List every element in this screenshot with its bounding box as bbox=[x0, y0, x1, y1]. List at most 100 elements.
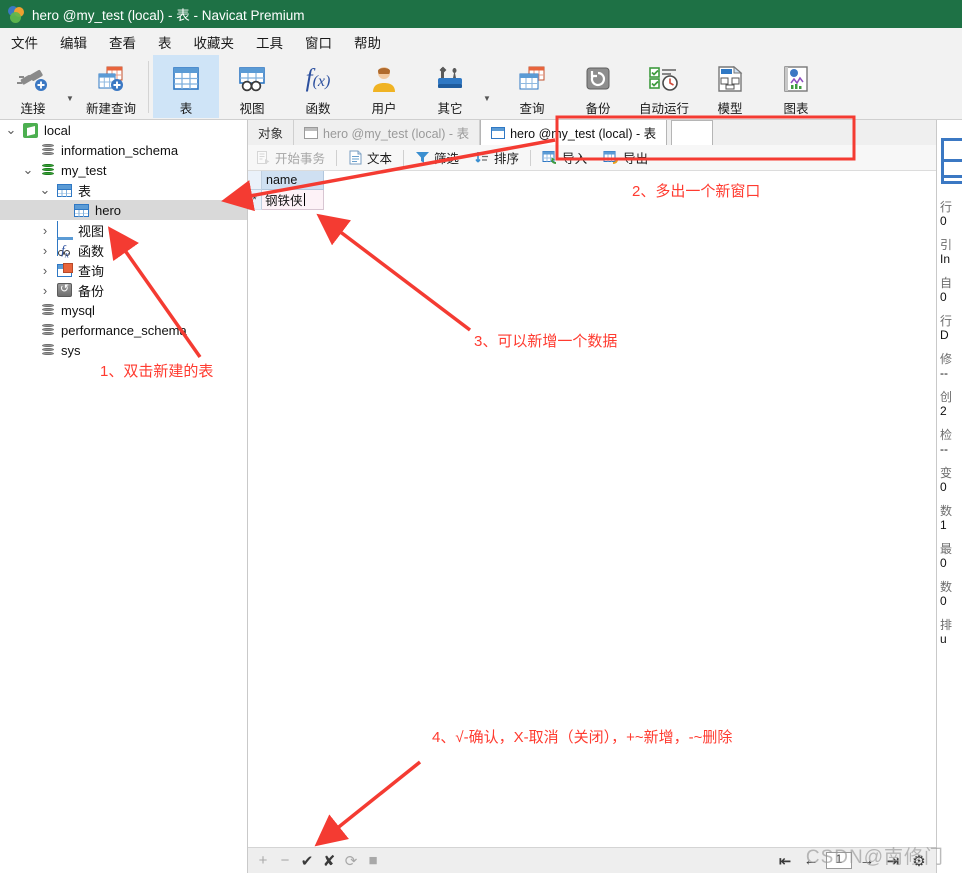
first-record-button[interactable]: ⇤ bbox=[774, 849, 796, 873]
info-panel-row: 行D bbox=[940, 314, 962, 342]
tree-node-performance_schema[interactable]: performance_schema bbox=[0, 320, 247, 340]
menu-table[interactable]: 表 bbox=[147, 29, 183, 55]
table-row[interactable]: * 钢铁侠 bbox=[248, 190, 962, 210]
ribbon-button-function[interactable]: f(x) 函数 bbox=[285, 55, 351, 118]
tree-node-[interactable]: › 视图 bbox=[0, 220, 247, 256]
main-panel: 对象 hero @my_test (local) - 表 hero @my_test… bbox=[248, 120, 962, 873]
grid-toolbar-export-button[interactable]: 导出 bbox=[595, 146, 656, 170]
object-tree-sidebar[interactable]: ⌄ local information_schema ⌄ my_test ⌄ 表 hero › 视… bbox=[0, 120, 248, 873]
ribbon-button-query[interactable]: 查询 bbox=[499, 55, 565, 118]
ribbon-button-label: 备份 bbox=[585, 102, 611, 116]
tree-node-[interactable]: › 查询 bbox=[0, 260, 247, 280]
cancel-record-button[interactable]: ✘ bbox=[318, 849, 340, 873]
tree-node-my_test[interactable]: ⌄ my_test bbox=[0, 160, 247, 180]
grid-toolbar-text-button[interactable]: 文本 bbox=[340, 146, 400, 170]
chevron-down-icon[interactable]: ⌄ bbox=[38, 182, 52, 198]
title-bar: hero @my_test (local) - 表 - Navicat Prem… bbox=[0, 0, 962, 28]
tree-node-information_schema[interactable]: information_schema bbox=[0, 140, 247, 160]
tab-strip: 对象 hero @my_test (local) - 表 hero @my_test… bbox=[248, 120, 962, 145]
grid-column-header-name[interactable]: name bbox=[262, 171, 324, 190]
ribbon-button-table[interactable]: 表 bbox=[153, 55, 219, 118]
tab-objects[interactable]: 对象 bbox=[248, 120, 295, 145]
info-panel-row: 创2 bbox=[940, 390, 962, 418]
tab-blank-area bbox=[671, 120, 714, 145]
record-status-bar: +−✔✘⟳■ ⇤ ← 1 → ⇥ ⚙ 创 bbox=[248, 847, 962, 873]
tree-node-sys[interactable]: sys bbox=[0, 340, 247, 360]
chevron-down-icon[interactable]: ⌄ bbox=[4, 122, 18, 138]
grid-toolbar-sort-button[interactable]: 排序 bbox=[467, 146, 527, 170]
tree-node-local[interactable]: ⌄ local bbox=[0, 120, 247, 140]
tab-table-2[interactable]: hero @my_test (local) - 表 bbox=[480, 120, 668, 145]
info-panel-key: 变 bbox=[940, 466, 953, 480]
chevron-right-icon[interactable]: › bbox=[38, 263, 52, 278]
info-panel-value: -- bbox=[940, 366, 948, 380]
export-icon bbox=[603, 150, 619, 165]
tree-node-[interactable]: › fx 函数 bbox=[0, 240, 247, 260]
tree-node-label: my_test bbox=[61, 162, 107, 178]
menu-file[interactable]: 文件 bbox=[0, 29, 49, 55]
menu-window[interactable]: 窗口 bbox=[294, 29, 343, 55]
ribbon-button-user[interactable]: 用户 bbox=[351, 55, 417, 118]
tab-label: hero @my_test (local) - 表 bbox=[323, 127, 470, 141]
prev-record-button[interactable]: ← bbox=[800, 849, 822, 873]
info-panel-row: 最0 bbox=[940, 542, 962, 570]
menu-favorites[interactable]: 收藏夹 bbox=[183, 29, 246, 55]
info-panel-value: D bbox=[940, 328, 949, 342]
add-record-button[interactable]: + bbox=[252, 849, 274, 873]
chevron-right-icon[interactable]: › bbox=[38, 223, 52, 238]
tree-node-[interactable]: › 备份 bbox=[0, 280, 247, 300]
database-icon bbox=[40, 142, 56, 158]
chevron-right-icon[interactable]: › bbox=[38, 243, 52, 258]
ribbon-button-label: 自动运行 bbox=[638, 102, 689, 116]
table-icon bbox=[170, 62, 202, 96]
grid-toolbar-filter-button[interactable]: 筛选 bbox=[407, 146, 467, 170]
tab-table-1[interactable]: hero @my_test (local) - 表 bbox=[294, 120, 481, 145]
tree-node-[interactable]: ⌄ 表 bbox=[0, 180, 247, 200]
text-caret bbox=[303, 193, 305, 206]
chevron-down-icon[interactable]: ⌄ bbox=[21, 162, 35, 178]
tab-label: 对象 bbox=[258, 127, 284, 141]
grid-toolbar-import-button[interactable]: 导入 bbox=[534, 146, 595, 170]
ribbon-button-label: 查询 bbox=[519, 102, 545, 116]
delete-record-button[interactable]: − bbox=[274, 849, 296, 873]
info-panel-value: 0 bbox=[940, 594, 947, 608]
ribbon-button-connection[interactable]: 连接 bbox=[0, 55, 66, 118]
gear-icon[interactable]: ⚙ bbox=[908, 849, 930, 873]
ribbon-button-automation[interactable]: 自动运行 bbox=[631, 55, 697, 118]
table-data-icon bbox=[491, 126, 506, 139]
stop-button[interactable]: ■ bbox=[362, 849, 384, 873]
menu-tools[interactable]: 工具 bbox=[245, 29, 294, 55]
grid-cell-name[interactable]: 钢铁侠 bbox=[262, 190, 324, 210]
info-panel-key: 创 bbox=[940, 390, 953, 404]
next-record-button[interactable]: → bbox=[856, 849, 878, 873]
ribbon-button-model[interactable]: 模型 bbox=[697, 55, 763, 118]
info-panel-row: 引 In bbox=[940, 238, 962, 266]
ribbon-button-backup[interactable]: 备份 bbox=[565, 55, 631, 118]
menu-view[interactable]: 查看 bbox=[98, 29, 147, 55]
info-panel: 行 0 引 In 自 0 行 D 修 -- 创 2 检 -- 变 0 数 1 最 0 数 0 排 u bbox=[936, 120, 962, 873]
tree-node-label: 表 bbox=[78, 183, 92, 199]
ribbon-button-label: 图表 bbox=[783, 102, 809, 116]
current-record-input[interactable]: 1 bbox=[825, 852, 852, 869]
menu-help[interactable]: 帮助 bbox=[343, 29, 392, 55]
tree-node-hero[interactable]: hero bbox=[0, 200, 247, 220]
confirm-record-button[interactable]: ✔ bbox=[296, 849, 318, 873]
ribbon-button-label: 模型 bbox=[717, 102, 743, 116]
ribbon-button-new-query[interactable]: 新建查询 bbox=[78, 55, 144, 118]
chevron-down-icon[interactable]: ▼ bbox=[66, 94, 78, 103]
info-panel-key: 数 bbox=[940, 580, 953, 594]
grid-toolbar-label: 筛选 bbox=[434, 152, 460, 166]
window-title: hero @my_test (local) - 表 - Navicat Prem… bbox=[32, 8, 305, 23]
chevron-down-icon[interactable]: ▼ bbox=[483, 94, 495, 103]
menu-edit[interactable]: 编辑 bbox=[49, 29, 98, 55]
data-grid[interactable]: name * 钢铁侠 bbox=[248, 171, 962, 847]
chevron-right-icon[interactable]: › bbox=[38, 283, 52, 298]
tree-node-mysql[interactable]: mysql bbox=[0, 300, 247, 320]
ribbon-button-view[interactable]: 视图 bbox=[219, 55, 285, 118]
last-record-button[interactable]: ⇥ bbox=[882, 849, 904, 873]
ribbon-button-other-tools[interactable]: 其它 bbox=[417, 55, 483, 118]
database-icon bbox=[40, 322, 56, 338]
database-icon bbox=[40, 342, 56, 358]
ribbon-button-chart[interactable]: 图表 bbox=[763, 55, 829, 118]
refresh-button[interactable]: ⟳ bbox=[340, 849, 362, 873]
